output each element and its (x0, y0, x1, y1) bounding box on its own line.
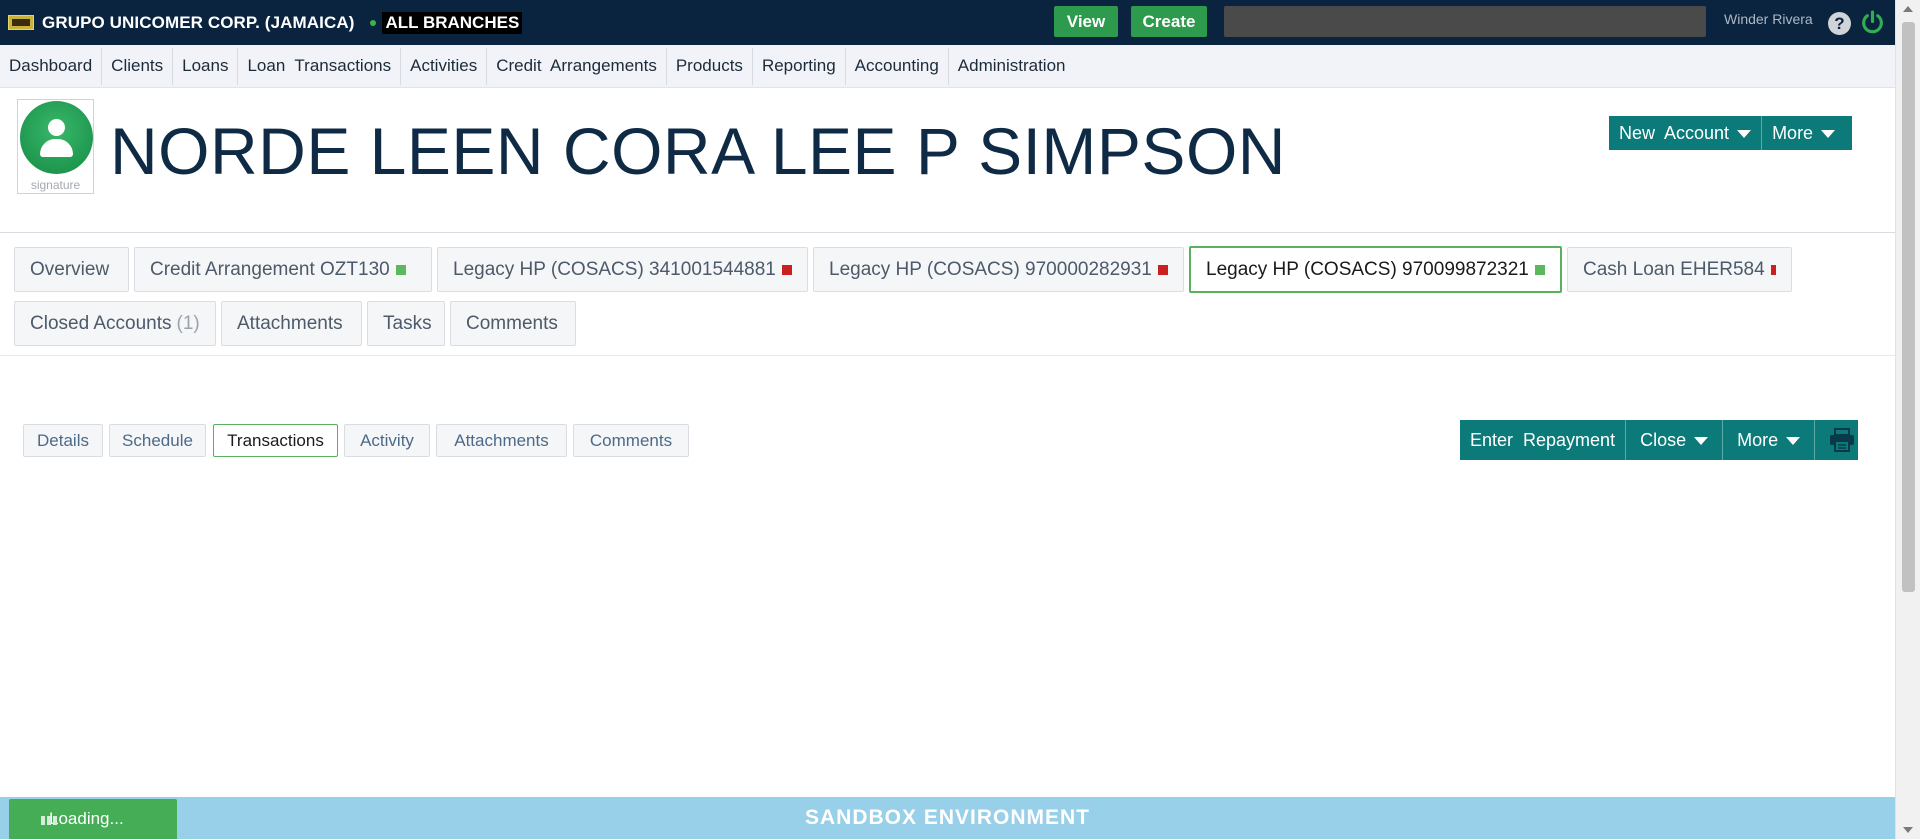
tab-legacy-hp-341001544881[interactable]: Legacy HP (COSACS) 341001544881 (437, 247, 808, 292)
tab-label: Cash Loan EHER584 (1583, 258, 1765, 280)
tab-credit-arrangement[interactable]: Credit Arrangement OZT130 (134, 247, 432, 292)
closed-count: (1) (176, 312, 200, 334)
company-logo (8, 15, 34, 30)
chevron-down-icon (1694, 437, 1709, 445)
status-active-icon (395, 264, 406, 275)
view-button[interactable]: View (1054, 6, 1118, 37)
nav-dashboard[interactable]: Dashboard (0, 47, 103, 85)
tab-label: Comments (466, 312, 558, 334)
vertical-scrollbar[interactable] (1895, 0, 1920, 839)
subtab-attachments[interactable]: Attachments (436, 424, 567, 457)
subtab-comments[interactable]: Comments (573, 424, 689, 457)
tab-closed-accounts[interactable]: Closed Accounts (1) (14, 301, 216, 346)
nav-reporting[interactable]: Reporting (753, 47, 846, 85)
close-button[interactable]: Close (1625, 420, 1722, 460)
search-input[interactable] (1224, 6, 1706, 37)
signature-label: signature (30, 178, 81, 192)
enter-repayment-button[interactable]: Enter Repayment (1460, 420, 1625, 460)
environment-banner: SANDBOX ENVIRONMENT (0, 797, 1895, 839)
tab-label: Attachments (237, 312, 343, 334)
tab-comments[interactable]: Comments (450, 301, 576, 346)
branch-status-dot (370, 19, 377, 26)
nav-loan-transactions[interactable]: Loan Transactions (238, 47, 402, 85)
tab-label: Closed Accounts (30, 312, 172, 334)
scroll-thumb[interactable] (1902, 22, 1915, 592)
tab-label: Credit Arrangement OZT130 (150, 258, 390, 280)
client-name: NORDE LEEN CORA LEE P SIMPSON (110, 114, 1286, 188)
loading-label: Loading... (49, 809, 124, 828)
environment-label: SANDBOX ENVIRONMENT (804, 806, 1091, 829)
loading-icon (41, 816, 57, 825)
status-active-icon (1534, 264, 1545, 275)
user-name[interactable]: Winder Rivera (1724, 11, 1813, 27)
tab-legacy-hp-970099872321[interactable]: Legacy HP (COSACS) 970099872321 (1189, 246, 1562, 293)
chevron-down-icon (1737, 130, 1752, 138)
close-label: Close (1640, 429, 1687, 450)
tab-overview[interactable]: Overview (14, 247, 129, 292)
power-icon[interactable] (1860, 10, 1885, 35)
nav-accounting[interactable]: Accounting (846, 47, 949, 85)
tab-legacy-hp-970000282931[interactable]: Legacy HP (COSACS) 970000282931 (813, 247, 1184, 292)
tab-tasks[interactable]: Tasks (367, 301, 445, 346)
nav-administration[interactable]: Administration (949, 48, 1075, 85)
status-inactive-icon (1770, 264, 1776, 275)
nav-activities[interactable]: Activities (401, 47, 488, 85)
tab-attachments[interactable]: Attachments (221, 301, 362, 346)
chevron-down-icon (1786, 437, 1801, 445)
nav-loans[interactable]: Loans (173, 47, 239, 85)
client-actions: New Account More (1609, 116, 1852, 150)
loading-indicator: Loading... (9, 799, 177, 839)
status-inactive-icon (1157, 264, 1168, 275)
tab-label: Legacy HP (COSACS) 970099872321 (1206, 258, 1529, 280)
branch-selector[interactable]: ALL BRANCHES (382, 11, 523, 34)
subtab-schedule[interactable]: Schedule (109, 424, 206, 457)
header-divider (0, 232, 1895, 233)
status-inactive-icon (781, 264, 792, 275)
account-actions: Enter Repayment Close More (1460, 420, 1858, 460)
nav-credit-arrangements[interactable]: Credit Arrangements (487, 47, 667, 85)
scroll-up-icon[interactable] (1903, 6, 1913, 12)
more-label: More (1772, 122, 1814, 143)
more-actions-button[interactable]: More (1722, 420, 1814, 460)
tab-label: Overview (30, 258, 110, 280)
chevron-down-icon (1821, 130, 1836, 138)
tab-label: Legacy HP (COSACS) 341001544881 (453, 258, 776, 280)
create-button[interactable]: Create (1131, 6, 1207, 37)
tab-label: Tasks (383, 312, 432, 334)
more-button[interactable]: More (1761, 116, 1845, 150)
new-account-button[interactable]: New Account (1609, 116, 1761, 150)
client-avatar[interactable]: signature (17, 99, 94, 194)
scroll-down-icon[interactable] (1903, 827, 1913, 833)
enter-repayment-label: Enter Repayment (1470, 429, 1616, 450)
more-label: More (1737, 429, 1779, 450)
tab-label: Legacy HP (COSACS) 970000282931 (829, 258, 1152, 280)
tabs-divider (0, 355, 1895, 356)
new-account-label: New Account (1619, 122, 1730, 143)
subtab-transactions[interactable]: Transactions (213, 424, 338, 457)
organization-name: GRUPO UNICOMER CORP. (JAMAICA) (42, 12, 355, 32)
subtab-details[interactable]: Details (23, 424, 103, 457)
nav-products[interactable]: Products (667, 47, 753, 85)
subtab-activity[interactable]: Activity (344, 424, 430, 457)
printer-icon (1830, 428, 1855, 452)
print-button[interactable] (1814, 420, 1869, 460)
main-navigation: Dashboard Clients Loans Loan Transaction… (0, 45, 1895, 88)
help-icon[interactable]: ? (1828, 12, 1851, 35)
tab-cash-loan[interactable]: Cash Loan EHER584 (1567, 247, 1792, 292)
nav-clients[interactable]: Clients (102, 47, 174, 85)
user-icon (20, 101, 93, 174)
